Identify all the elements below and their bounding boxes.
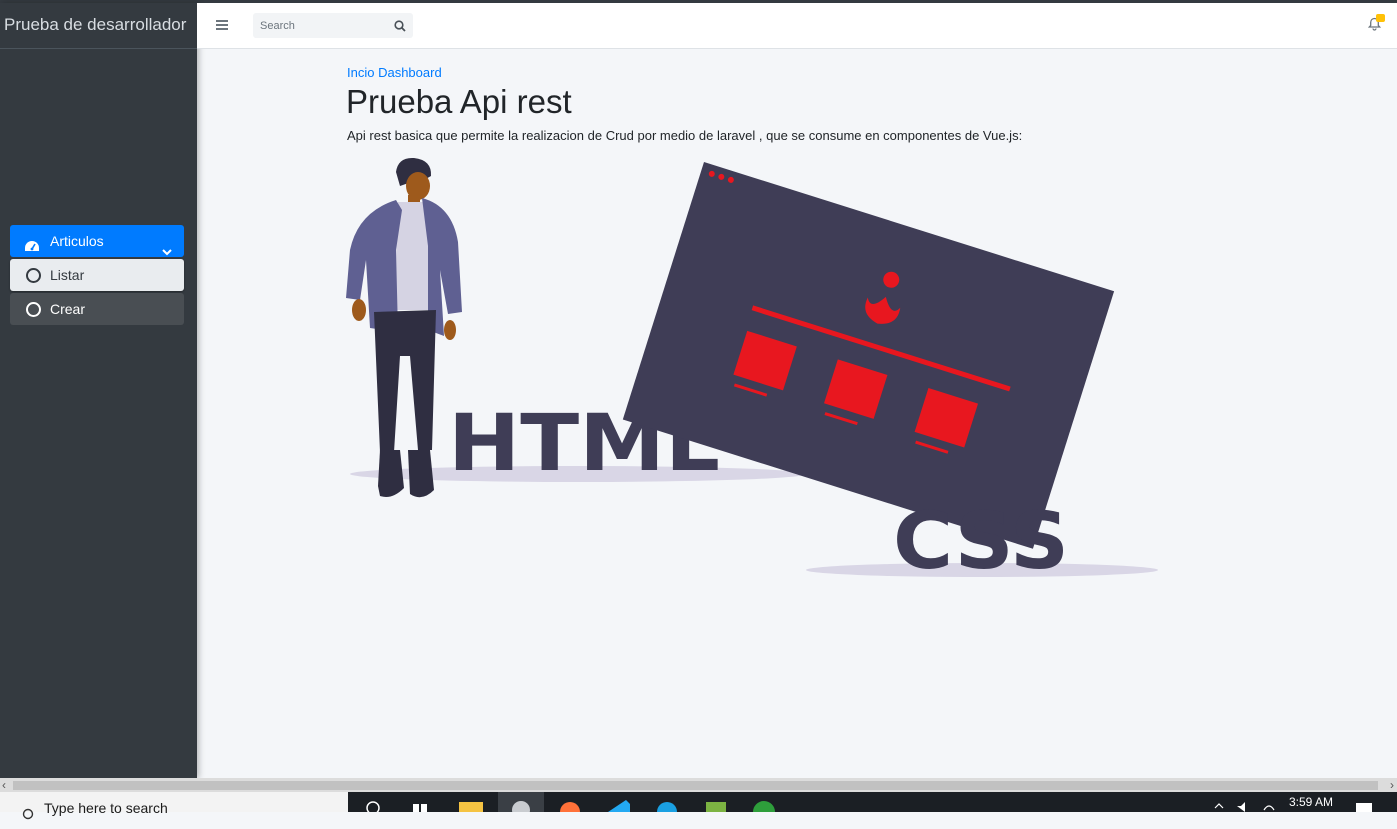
sidebar-item-articulos[interactable]: Articulos xyxy=(10,225,184,257)
sidebar-item-label: Crear xyxy=(50,301,86,317)
taskbar-search[interactable]: Type here to search xyxy=(0,792,348,820)
sidebar-item-label: Listar xyxy=(50,267,85,283)
search-input[interactable] xyxy=(253,13,390,38)
tray-chevron-up-icon[interactable] xyxy=(1214,800,1224,812)
scrollbar-thumb[interactable] xyxy=(13,781,1378,790)
sidebar-item-crear[interactable]: Crear xyxy=(10,293,184,325)
page-description: Api rest basica que permite la realizaci… xyxy=(347,128,1023,143)
app-icon[interactable] xyxy=(752,800,776,812)
file-explorer-icon[interactable] xyxy=(459,800,483,812)
person-figure xyxy=(346,157,462,498)
cortana-icon[interactable] xyxy=(365,800,381,812)
network-icon[interactable] xyxy=(1262,800,1276,812)
top-navbar xyxy=(197,3,1397,49)
notification-badge xyxy=(1376,14,1385,22)
taskbar-active-app[interactable] xyxy=(498,792,544,812)
firefox-icon[interactable] xyxy=(558,800,582,812)
os-taskbar: Type here to search 3:59 AM xyxy=(0,792,1397,820)
chrome-icon xyxy=(512,801,530,812)
css-text: CSS xyxy=(893,497,1069,585)
scroll-left-arrow-icon[interactable]: ‹ xyxy=(2,778,6,792)
taskbar-search-placeholder: Type here to search xyxy=(44,800,168,816)
sidebar-item-listar[interactable]: Listar xyxy=(10,259,184,291)
hamburger-icon[interactable] xyxy=(216,20,228,30)
volume-icon[interactable] xyxy=(1235,800,1251,812)
page-title: Prueba Api rest xyxy=(346,83,572,120)
breadcrumb[interactable]: Incio Dashboard xyxy=(347,65,442,80)
notifications-button[interactable] xyxy=(1367,14,1385,36)
browser-window-graphic xyxy=(622,162,1115,549)
search-box xyxy=(253,13,413,38)
sidebar: Prueba de desarrollador Articulos Listar… xyxy=(0,3,197,778)
taskbar-clock[interactable]: 3:59 AM xyxy=(1289,795,1333,809)
terminal-icon[interactable] xyxy=(704,800,728,812)
brand-title[interactable]: Prueba de desarrollador xyxy=(0,3,197,49)
search-icon xyxy=(22,801,34,829)
html-css-illustration: HTML CSS xyxy=(346,157,1158,585)
circle-icon xyxy=(26,268,41,283)
vscode-icon[interactable] xyxy=(606,800,630,812)
action-center-icon[interactable] xyxy=(1355,800,1373,812)
task-view-icon[interactable] xyxy=(412,800,428,812)
circle-icon xyxy=(26,302,41,317)
edge-icon[interactable] xyxy=(655,800,679,812)
sidebar-item-label: Articulos xyxy=(50,233,104,249)
scroll-right-arrow-icon[interactable]: › xyxy=(1390,778,1394,792)
horizontal-scrollbar[interactable]: ‹ › xyxy=(0,778,1397,792)
search-icon[interactable] xyxy=(394,19,406,37)
